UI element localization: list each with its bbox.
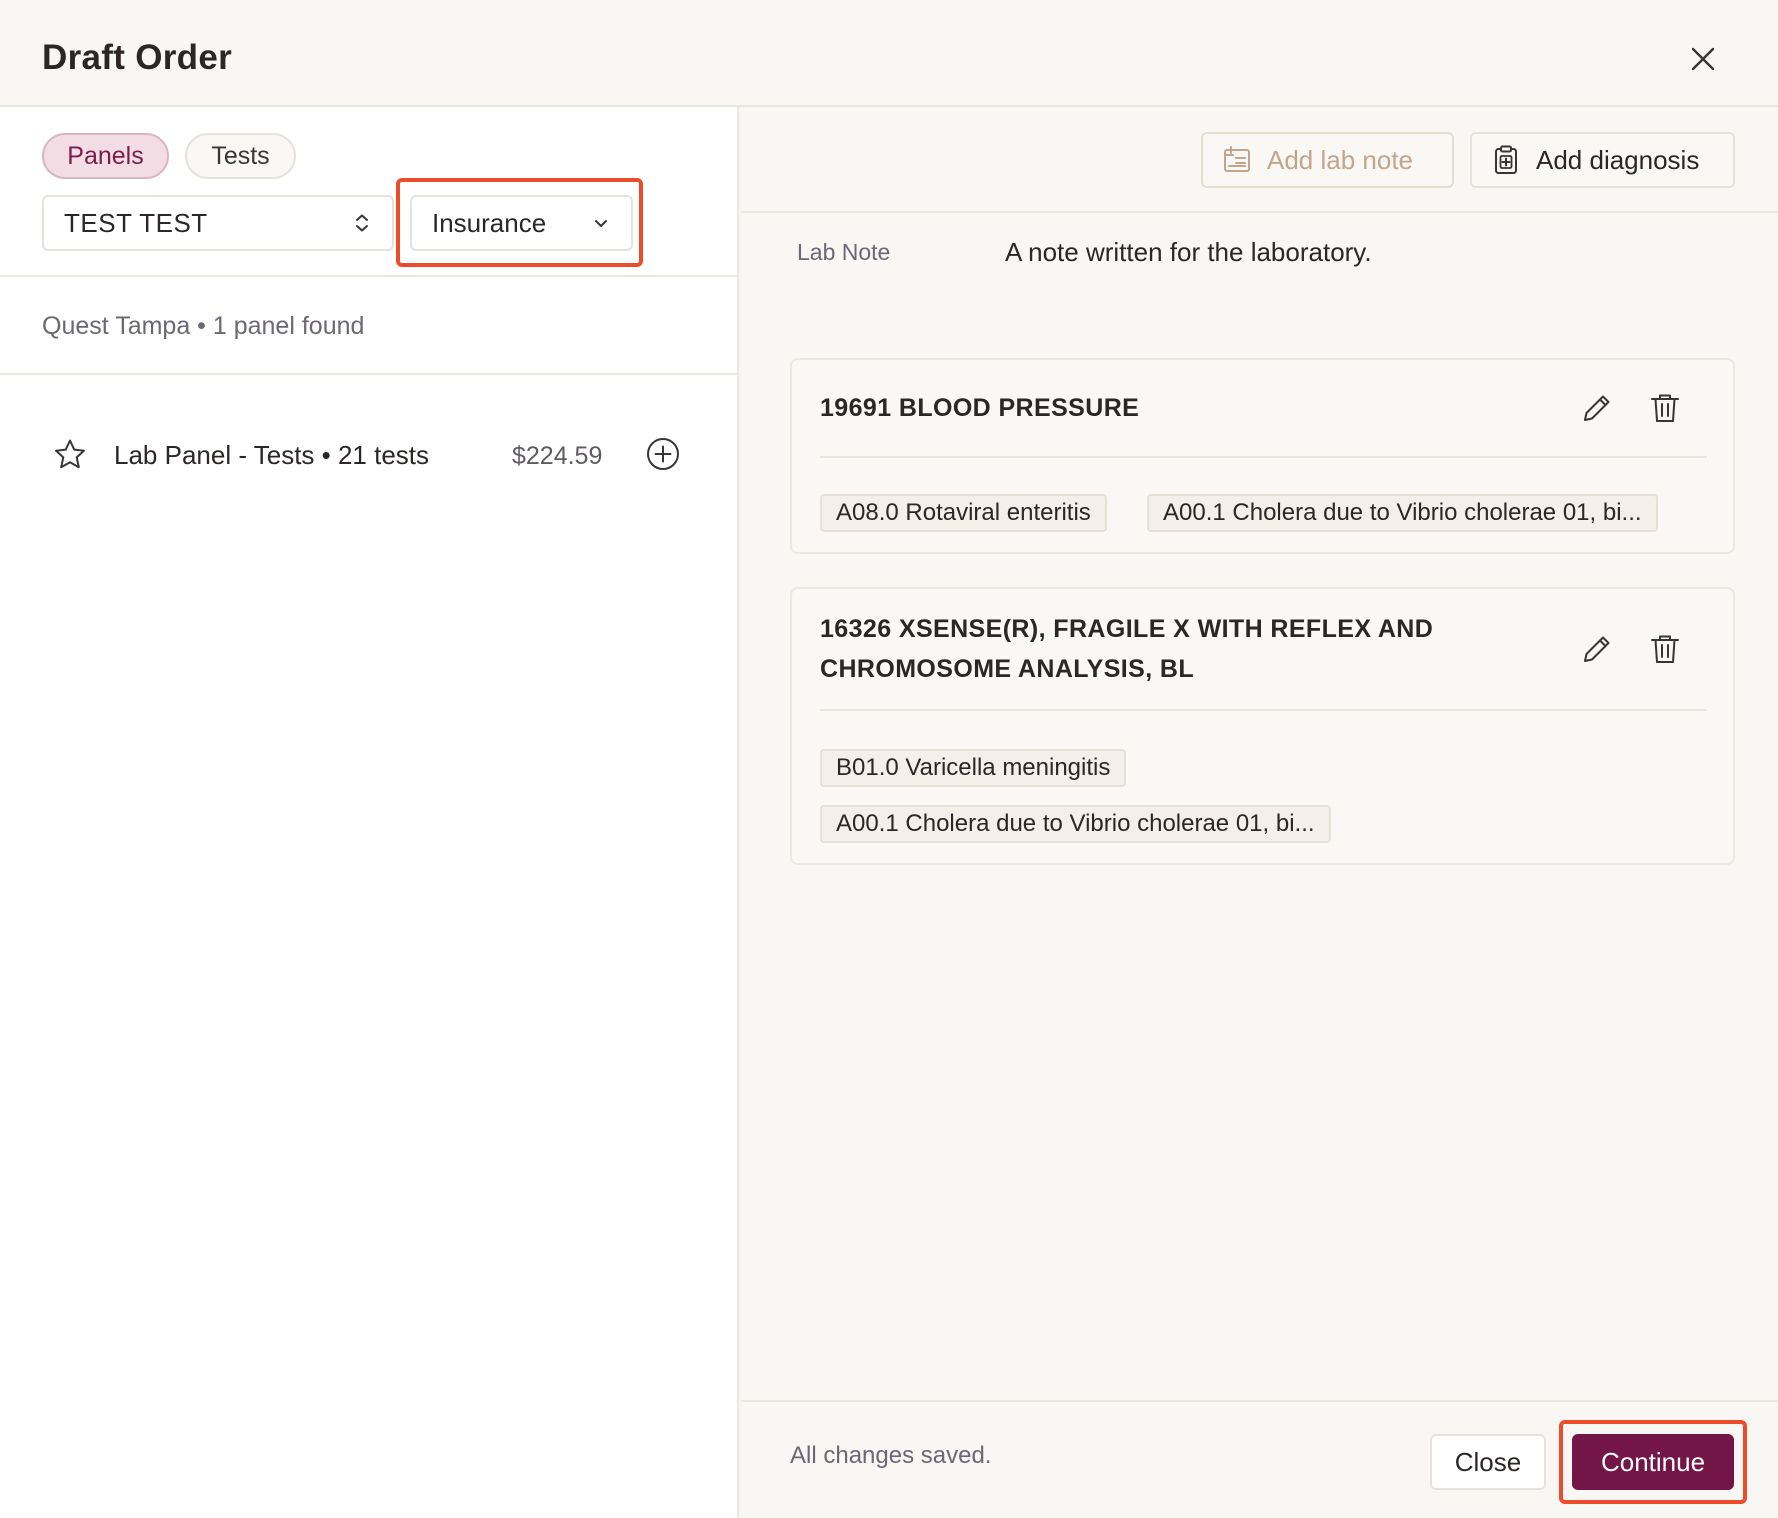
- order-title: 19691 BLOOD PRESSURE: [820, 394, 1140, 422]
- modal-title: Draft Order: [42, 38, 233, 77]
- diagnosis-chip: B01.0 Varicella meningitis: [820, 749, 1127, 787]
- order-title: 16326 XSENSE(R), FRAGILE X WITH REFLEX A…: [820, 615, 1434, 643]
- add-lab-note-label: Add lab note: [1267, 144, 1414, 175]
- plus-circle-icon[interactable]: [645, 436, 681, 472]
- close-icon[interactable]: [1688, 44, 1718, 74]
- order-card: 16326 XSENSE(R), FRAGILE X WITH REFLEX A…: [790, 587, 1735, 865]
- order-card: 19691 BLOOD PRESSURE A08.0 Rotaviral ent…: [790, 358, 1735, 554]
- note-icon: [1224, 146, 1250, 172]
- clipboard-plus-icon: [1495, 145, 1517, 174]
- diagnosis-chip: A08.0 Rotaviral enteritis: [820, 494, 1107, 532]
- add-diagnosis-label: Add diagnosis: [1536, 144, 1700, 175]
- continue-button[interactable]: Continue: [1572, 1434, 1734, 1490]
- pencil-icon[interactable]: [1579, 390, 1615, 426]
- close-button[interactable]: Close: [1430, 1434, 1546, 1490]
- chevron-up-down-icon: [356, 214, 368, 232]
- patient-select[interactable]: TEST TEST: [42, 195, 394, 251]
- tab-tests[interactable]: Tests: [185, 133, 296, 179]
- modal-header: Draft Order: [0, 0, 1778, 107]
- trash-icon[interactable]: [1647, 631, 1683, 667]
- save-status: All changes saved.: [790, 1442, 992, 1469]
- divider: [0, 373, 739, 375]
- chevron-down-icon: [595, 220, 607, 227]
- billing-select[interactable]: Insurance: [410, 195, 633, 251]
- left-panel: Panels Tests TEST TEST Insurance Quest T…: [0, 107, 739, 1518]
- patient-select-value: TEST TEST: [64, 207, 208, 238]
- trash-icon[interactable]: [1647, 390, 1683, 426]
- tab-panels[interactable]: Panels: [42, 133, 169, 179]
- panel-price: $224.59: [512, 442, 603, 470]
- lab-note-label: Lab Note: [797, 239, 891, 265]
- pencil-icon[interactable]: [1579, 631, 1615, 667]
- star-icon[interactable]: [52, 437, 88, 473]
- order-toolbar: Add lab note Add diagnosis: [741, 107, 1778, 213]
- list-item: Lab Panel - Tests • 21 tests $224.59: [42, 425, 692, 485]
- divider: [0, 275, 739, 277]
- lab-note-text: A note written for the laboratory.: [1005, 237, 1372, 267]
- modal-footer: All changes saved. Close Continue: [741, 1400, 1778, 1518]
- lab-info: Quest Tampa • 1 panel found: [42, 312, 365, 340]
- billing-select-value: Insurance: [432, 207, 547, 238]
- order-title-line2: CHROMOSOME ANALYSIS, BL: [820, 655, 1195, 683]
- diagnosis-chip: A00.1 Cholera due to Vibrio cholerae 01,…: [1147, 494, 1658, 532]
- panel-name: Lab Panel - Tests • 21 tests: [114, 440, 430, 470]
- add-lab-note-button[interactable]: Add lab note: [1201, 132, 1454, 188]
- add-diagnosis-button[interactable]: Add diagnosis: [1470, 132, 1735, 188]
- divider: [820, 709, 1707, 711]
- diagnosis-chip: A00.1 Cholera due to Vibrio cholerae 01,…: [820, 805, 1331, 843]
- right-panel: Add lab note Add diagnosis Lab Note A no…: [741, 107, 1778, 1518]
- divider: [820, 456, 1707, 458]
